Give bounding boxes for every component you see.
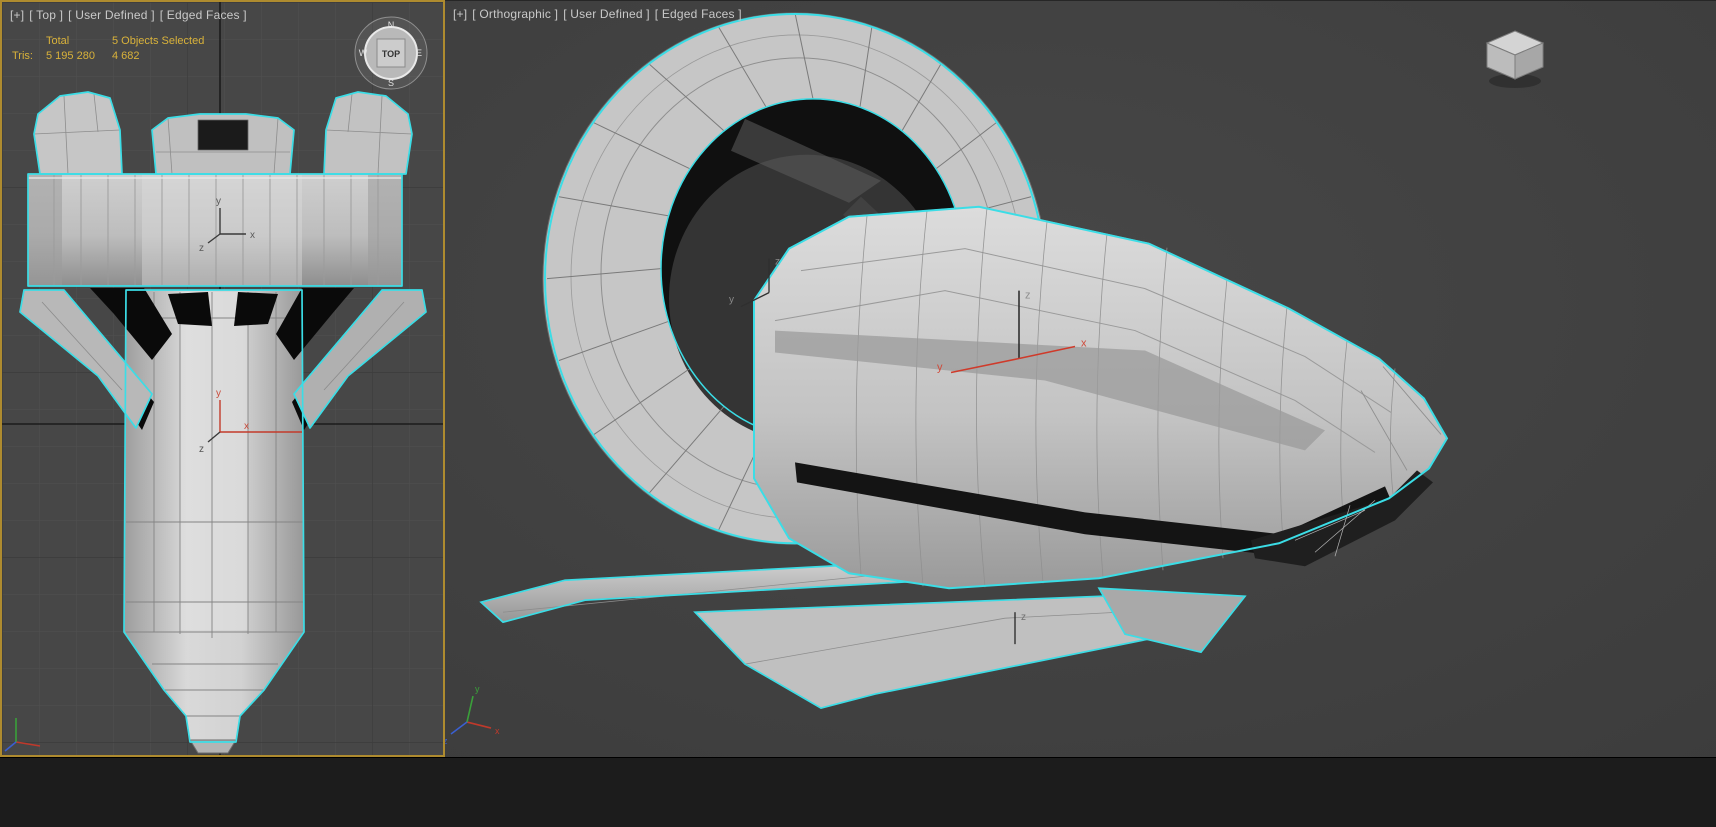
stats-objects-selected: 5 Objects Selected bbox=[112, 35, 205, 47]
viewcube[interactable] bbox=[1475, 23, 1555, 91]
viewport-menu-mode[interactable]: [ Edged Faces ] bbox=[655, 7, 742, 21]
stats-tris-selected: 4 682 bbox=[112, 50, 140, 62]
viewcube[interactable]: TOP N E S W bbox=[352, 14, 430, 92]
svg-text:y: y bbox=[216, 196, 221, 207]
svg-text:x: x bbox=[495, 726, 500, 736]
viewport-menu-mode[interactable]: [ Edged Faces ] bbox=[160, 8, 247, 22]
viewport-menu-shading[interactable]: [ User Defined ] bbox=[68, 8, 155, 22]
viewcube-east[interactable]: E bbox=[416, 48, 422, 58]
viewcube-west[interactable]: W bbox=[359, 48, 368, 58]
viewport-menu-general[interactable]: [+] bbox=[453, 7, 467, 21]
3dsmax-viewport-area: y x z y x z [+] [ Top ] [ User Defined]… bbox=[0, 0, 1716, 827]
svg-text:z: z bbox=[1021, 612, 1026, 623]
stats-total-label: Total bbox=[46, 35, 70, 47]
model-prong-center[interactable] bbox=[151, 113, 295, 175]
svg-text:x: x bbox=[250, 230, 255, 241]
viewcube-face-label[interactable]: TOP bbox=[382, 49, 400, 59]
viewport-menu-pov[interactable]: [ Top ] bbox=[29, 8, 63, 22]
viewport-top-canvas[interactable]: y x z y x z bbox=[2, 2, 443, 755]
viewport-menu-general[interactable]: [+] bbox=[10, 8, 24, 22]
viewport-label-orthographic: [+] [ Orthographic ] [ User Defined ] [ … bbox=[453, 7, 742, 21]
svg-text:y: y bbox=[729, 295, 734, 306]
svg-text:x: x bbox=[1081, 338, 1087, 350]
stats-row-objects: Total 5 Objects Selected bbox=[12, 34, 204, 49]
viewport-menu-shading[interactable]: [ User Defined ] bbox=[563, 7, 650, 21]
stats-tris-total: 5 195 280 bbox=[46, 50, 95, 62]
stats-row-tris: Tris: 5 195 280 4 682 bbox=[12, 49, 204, 64]
svg-text:z: z bbox=[775, 257, 780, 268]
svg-text:y: y bbox=[475, 684, 480, 694]
svg-text:z: z bbox=[199, 444, 204, 455]
viewcube-north[interactable]: N bbox=[388, 20, 395, 30]
stats-tris-label: Tris: bbox=[12, 50, 33, 62]
model-ring-band[interactable] bbox=[27, 173, 403, 287]
svg-text:z: z bbox=[199, 243, 204, 254]
viewport-orthographic[interactable]: z x y z y z x y z [+] [Orthographic] [… bbox=[445, 0, 1716, 757]
viewport-label-top: [+] [ Top ] [ User Defined ] [ Edged Fac… bbox=[10, 8, 247, 22]
bottom-panel bbox=[0, 757, 1716, 827]
viewport-ortho-canvas[interactable]: z x y z y z x y z bbox=[445, 1, 1716, 757]
svg-text:y: y bbox=[216, 388, 221, 399]
svg-text:y: y bbox=[937, 362, 943, 374]
viewcube-south[interactable]: S bbox=[388, 78, 394, 88]
viewport-statistics: Total 5 Objects Selected Tris: 5 195 280… bbox=[12, 34, 204, 64]
viewport-top[interactable]: y x z y x z [+] [ Top ] [ User Defined]… bbox=[0, 0, 445, 757]
svg-text:z: z bbox=[1025, 290, 1031, 302]
viewport-menu-pov[interactable]: [ Orthographic ] bbox=[472, 7, 558, 21]
svg-text:x: x bbox=[244, 421, 249, 432]
